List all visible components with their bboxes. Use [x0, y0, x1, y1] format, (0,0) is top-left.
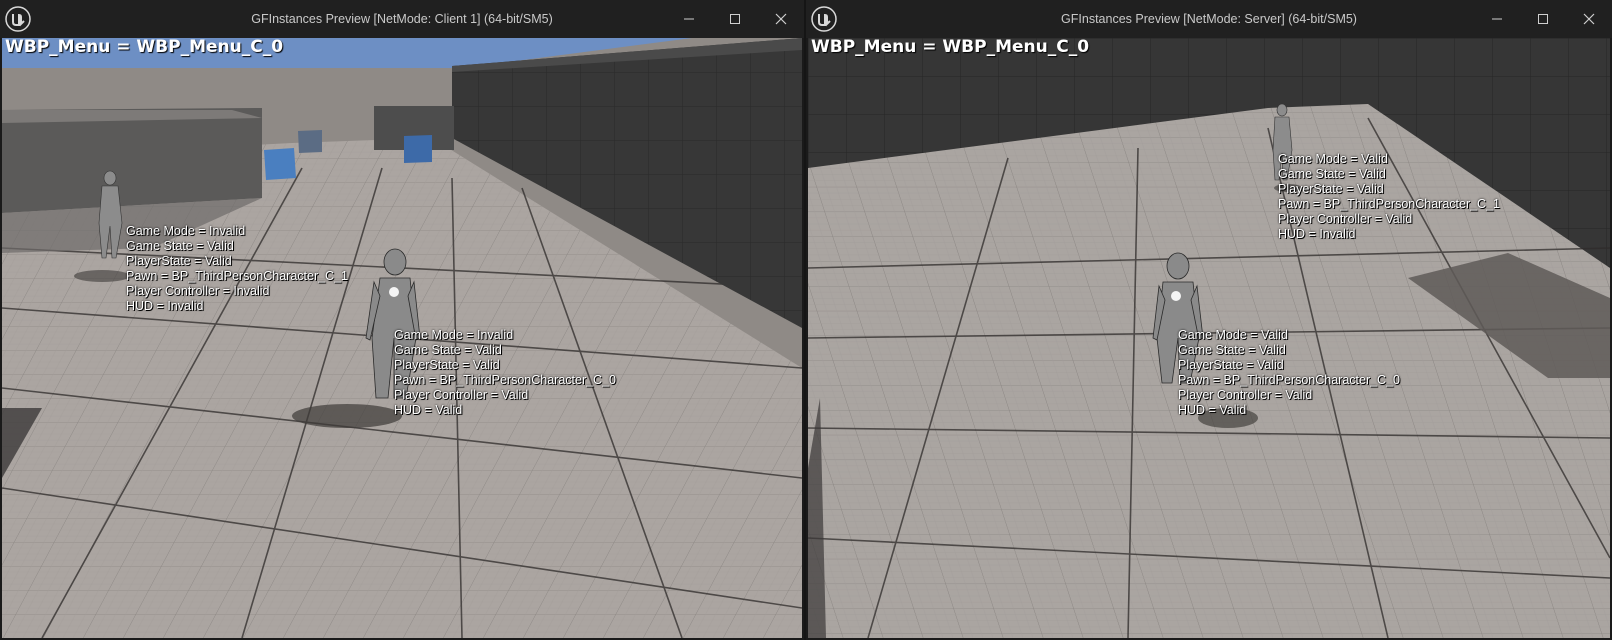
server-close-button[interactable] — [1566, 0, 1612, 38]
status-line: Game State = Valid — [1278, 167, 1386, 181]
maximize-icon — [730, 14, 740, 24]
server-far-character-status: Game Mode = Valid Game State = Valid Pla… — [1278, 152, 1500, 242]
server-preview-window: GFInstances Preview [NetMode: Server] (6… — [806, 0, 1612, 640]
status-line: Player Controller = Valid — [1278, 212, 1413, 226]
minimize-icon — [1492, 18, 1502, 20]
client-close-button[interactable] — [758, 0, 804, 38]
status-line: Game State = Valid — [126, 239, 234, 253]
status-line: Game State = Valid — [1178, 343, 1286, 357]
status-line: HUD = Invalid — [1278, 227, 1356, 241]
client-near-character-status: Game Mode = Invalid Game State = Valid P… — [394, 328, 616, 418]
server-near-character-status: Game Mode = Valid Game State = Valid Pla… — [1178, 328, 1400, 418]
status-line: Game Mode = Valid — [1178, 328, 1288, 342]
client-title-bar[interactable]: GFInstances Preview [NetMode: Client 1] … — [0, 0, 804, 38]
status-line: Player Controller = Valid — [1178, 388, 1313, 402]
status-line: HUD = Invalid — [126, 299, 204, 313]
status-line: PlayerState = Valid — [394, 358, 500, 372]
status-line: HUD = Valid — [1178, 403, 1247, 417]
status-line: PlayerState = Valid — [126, 254, 232, 268]
server-minimize-button[interactable] — [1474, 0, 1520, 38]
status-line: Pawn = BP_ThirdPersonCharacter_C_0 — [1178, 373, 1400, 387]
status-line: Pawn = BP_ThirdPersonCharacter_C_1 — [126, 269, 348, 283]
close-icon — [1583, 13, 1595, 25]
status-line: Pawn = BP_ThirdPersonCharacter_C_1 — [1278, 197, 1500, 211]
client-maximize-button[interactable] — [712, 0, 758, 38]
status-line: Game State = Valid — [394, 343, 502, 357]
status-line: Game Mode = Valid — [1278, 152, 1388, 166]
status-line: PlayerState = Valid — [1178, 358, 1284, 372]
status-line: Pawn = BP_ThirdPersonCharacter_C_0 — [394, 373, 616, 387]
server-game-viewport[interactable]: WBP_Menu = WBP_Menu_C_0 Game Mode = Vali… — [808, 38, 1610, 638]
status-line: HUD = Valid — [394, 403, 463, 417]
client-far-character-status: Game Mode = Invalid Game State = Valid P… — [126, 224, 348, 314]
server-title-bar[interactable]: GFInstances Preview [NetMode: Server] (6… — [806, 0, 1612, 38]
server-widget-debug-label: WBP_Menu = WBP_Menu_C_0 — [811, 38, 1090, 57]
close-icon — [775, 13, 787, 25]
client-game-viewport[interactable]: WBP_Menu = WBP_Menu_C_0 Game Mode = Inva… — [2, 38, 802, 638]
maximize-icon — [1538, 14, 1548, 24]
client-minimize-button[interactable] — [666, 0, 712, 38]
status-line: PlayerState = Valid — [1278, 182, 1384, 196]
client-preview-window: GFInstances Preview [NetMode: Client 1] … — [0, 0, 804, 640]
status-line: Game Mode = Invalid — [394, 328, 514, 342]
minimize-icon — [684, 18, 694, 20]
status-line: Game Mode = Invalid — [126, 224, 246, 238]
status-line: Player Controller = Valid — [394, 388, 529, 402]
status-line: Player Controller = Invalid — [126, 284, 270, 298]
client-widget-debug-label: WBP_Menu = WBP_Menu_C_0 — [5, 38, 284, 57]
server-maximize-button[interactable] — [1520, 0, 1566, 38]
